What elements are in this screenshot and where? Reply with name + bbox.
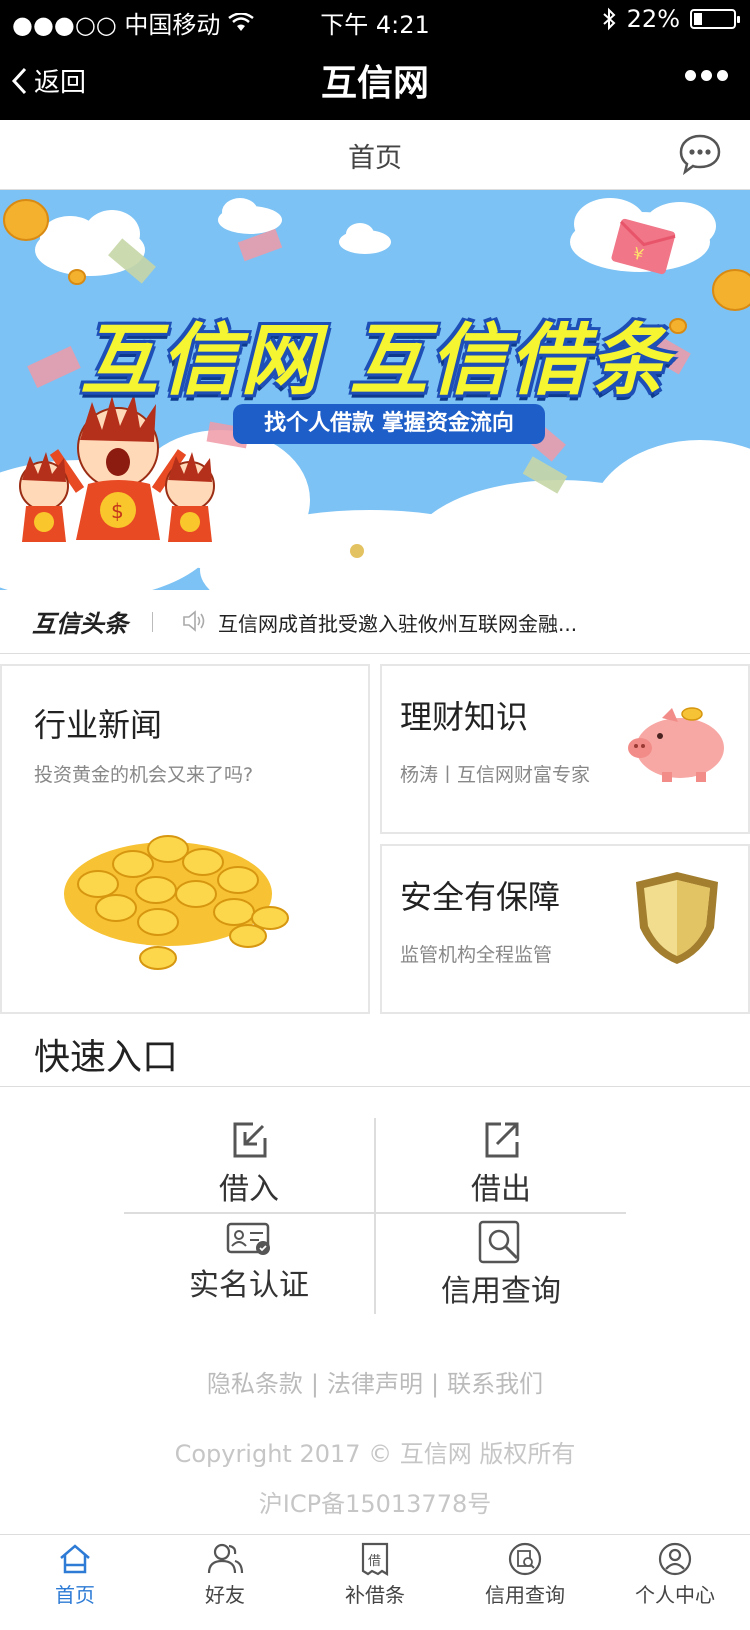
footer-links: 隐私条款 | 法律声明 | 联系我们: [0, 1364, 750, 1399]
id-card-icon: [226, 1222, 270, 1255]
carousel-dot-1[interactable]: [350, 544, 364, 558]
tab-credit[interactable]: 信用查询: [450, 1535, 600, 1630]
quick-entry-divider: [0, 1086, 750, 1087]
quick-lend-out-label: 借出: [471, 1172, 531, 1207]
bluetooth-icon: [602, 7, 616, 31]
quick-borrow-in-button[interactable]: 借入: [124, 1118, 374, 1212]
banner-carousel[interactable]: ¥ $ 互信网 互信借条 找个人借款 掌握资金流向: [0, 190, 750, 590]
footer-separator: |: [431, 1370, 440, 1398]
card-finance-title: 理财知识: [400, 698, 529, 736]
banner-title: 互信网 互信借条: [80, 316, 670, 406]
card-finance-knowledge[interactable]: 理财知识 杨涛丨互信网财富专家: [380, 664, 750, 834]
quick-entry-grid: 借入 借出 实名认证 信用查询: [124, 1118, 626, 1314]
speaker-icon: [183, 610, 205, 632]
grid-divider-horizontal: [124, 1212, 626, 1214]
icp-license: 沪ICP备15013778号: [258, 1490, 492, 1518]
carousel-dots: [350, 544, 394, 558]
page-title: 首页: [348, 143, 402, 174]
page-header: 首页: [0, 120, 750, 190]
nav-title: 互信网: [320, 63, 429, 104]
borrow-in-icon: [233, 1122, 267, 1158]
user-center-icon: [658, 1542, 692, 1576]
quick-entry-title: 快速入口: [34, 1037, 179, 1078]
svg-text:借: 借: [368, 1554, 381, 1569]
quick-credit-search-button[interactable]: 信用查询: [376, 1220, 626, 1314]
contact-link[interactable]: 联系我们: [447, 1370, 543, 1398]
legal-link[interactable]: 法律声明: [327, 1370, 423, 1398]
quick-credit-search-label: 信用查询: [441, 1274, 561, 1309]
status-bar: ●●●○○ 中国移动 下午 4:21 22%: [0, 0, 750, 40]
tab-user-center-label: 个人中心: [635, 1583, 715, 1607]
svg-text:$: $: [111, 499, 124, 523]
tab-friends[interactable]: 好友: [150, 1535, 300, 1630]
quick-borrow-in-label: 借入: [219, 1172, 279, 1207]
more-dots-icon[interactable]: [685, 70, 728, 81]
tab-user-center[interactable]: 个人中心: [600, 1535, 750, 1630]
tab-bar: 首页 好友 借 补借条 信用查询 个人中心: [0, 1534, 750, 1630]
banner-subtitle: 找个人借款 掌握资金流向: [233, 404, 545, 444]
tab-iou-note[interactable]: 借 补借条: [300, 1535, 450, 1630]
ticker-headline-link[interactable]: 互信网成首批受邀入驻攸州互联网金融...: [218, 608, 577, 637]
card-industry-news[interactable]: 行业新闻 投资黄金的机会又来了吗?: [0, 664, 370, 1014]
carousel-dot-2[interactable]: [380, 544, 394, 558]
battery-percent: 22%: [626, 5, 680, 33]
tab-credit-label: 信用查询: [485, 1583, 565, 1607]
piggy-bank-icon: [628, 707, 724, 782]
tab-iou-note-label: 补借条: [345, 1583, 405, 1607]
home-icon: [60, 1544, 90, 1574]
battery-icon: [690, 9, 740, 29]
quick-real-name-label: 实名认证: [189, 1268, 309, 1303]
lend-out-icon: [485, 1122, 519, 1158]
tab-home-label: 首页: [55, 1583, 95, 1607]
shield-icon: [636, 872, 718, 964]
copyright: Copyright 2017 © 互信网 版权所有: [174, 1440, 576, 1468]
credit-search-icon: [478, 1220, 520, 1264]
nav-bar: 返回 互信网: [0, 40, 750, 120]
battery-fill: [694, 13, 703, 25]
card-finance-subtitle: 杨涛丨互信网财富专家: [400, 764, 591, 786]
iou-note-icon: 借: [361, 1542, 389, 1576]
ticker-label: 互信头条: [32, 610, 128, 638]
card-security[interactable]: 安全有保障 监管机构全程监管: [380, 844, 750, 1014]
credit-icon: [508, 1542, 542, 1576]
ticker-divider: [152, 612, 153, 632]
quick-real-name-button[interactable]: 实名认证: [124, 1220, 374, 1314]
card-safe-subtitle: 监管机构全程监管: [400, 944, 553, 966]
card-news-subtitle: 投资黄金的机会又来了吗?: [34, 764, 254, 786]
tab-friends-label: 好友: [205, 1583, 245, 1607]
privacy-link[interactable]: 隐私条款: [207, 1370, 303, 1398]
quick-lend-out-button[interactable]: 借出: [376, 1118, 626, 1212]
card-safe-title: 安全有保障: [400, 878, 561, 916]
status-right: 22%: [601, 5, 740, 33]
gold-coins-icon: [64, 835, 289, 970]
chat-bubble-icon[interactable]: [678, 132, 722, 176]
tab-home[interactable]: 首页: [0, 1535, 150, 1630]
card-news-title: 行业新闻: [34, 706, 163, 744]
footer-separator: |: [310, 1370, 319, 1398]
friends-icon: [207, 1543, 244, 1574]
headline-ticker: 互信头条 互信网成首批受邀入驻攸州互联网金融...: [0, 590, 750, 654]
